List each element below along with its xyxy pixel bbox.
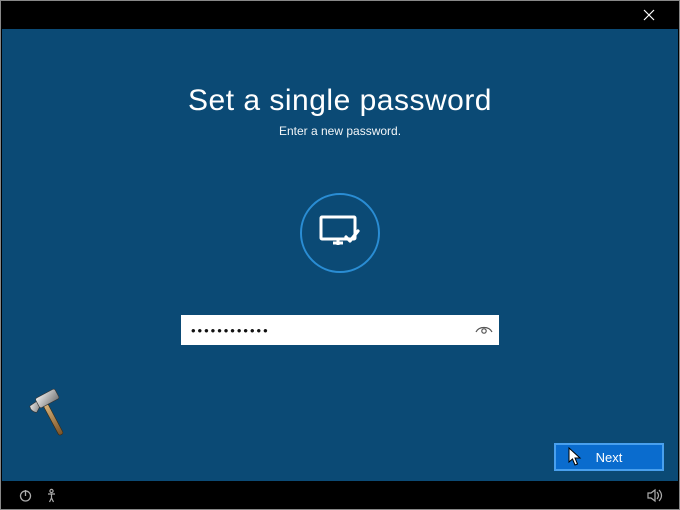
page-subtitle: Enter a new password.: [2, 124, 678, 138]
power-button[interactable]: [12, 481, 38, 509]
oobe-window: Set a single password Enter a new passwo…: [0, 0, 680, 510]
taskbar: [2, 481, 678, 509]
next-button[interactable]: Next: [554, 443, 664, 471]
eye-reveal-icon: [475, 323, 493, 337]
close-button[interactable]: [629, 1, 669, 29]
next-button-label: Next: [596, 450, 623, 465]
volume-icon: [647, 488, 664, 503]
password-input[interactable]: [181, 323, 469, 338]
monitor-check-circle: [300, 193, 380, 273]
volume-button[interactable]: [642, 481, 668, 509]
close-icon: [643, 9, 655, 21]
monitor-check-icon: [318, 213, 362, 253]
titlebar: [1, 1, 679, 29]
page-title: Set a single password: [2, 29, 678, 118]
password-field-wrapper: [181, 315, 499, 345]
reveal-password-button[interactable]: [469, 315, 499, 345]
power-icon: [18, 488, 33, 503]
content-area: Set a single password Enter a new passwo…: [2, 29, 678, 481]
accessibility-button[interactable]: [38, 481, 64, 509]
hammer-icon: [22, 385, 80, 443]
accessibility-icon: [44, 488, 59, 503]
